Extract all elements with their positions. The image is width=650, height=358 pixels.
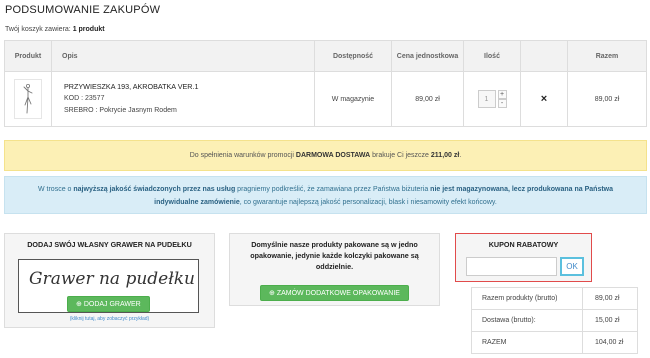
totals-row-shipping: Dostawa (brutto): 15,00 zł <box>471 309 638 332</box>
engrave-example-link[interactable]: (kliknij tutaj, aby zobaczyć przykład) <box>5 316 214 322</box>
plus-icon: ⊕ <box>269 290 277 297</box>
totals-row-products: Razem produkty (brutto) 89,00 zł <box>471 287 638 310</box>
header-unit-price: Cena jednostkowa <box>391 40 464 72</box>
packaging-panel: Domyślnie nasze produkty pakowane są w j… <box>229 233 440 306</box>
product-thumb-cell <box>4 71 52 127</box>
promo-amount: 211,00 zł <box>430 152 460 159</box>
totals-label: RAZEM <box>471 331 583 354</box>
cart-summary: Twój koszyk zawiera: 1 produkt <box>5 26 105 33</box>
page-title: PODSUMOWANIE ZAKUPÓW <box>5 4 161 16</box>
remove-item-icon[interactable]: × <box>541 93 547 105</box>
free-shipping-alert: Do spełnienia warunków promocji DARMOWA … <box>4 140 647 171</box>
quantity-input[interactable]: 1 <box>477 90 496 108</box>
coupon-panel: KUPON RABATOWY OK <box>455 233 592 282</box>
order-packaging-label: ZAMÓW DODATKOWE OPAKOWANIE <box>276 290 400 297</box>
header-description: Opis <box>51 40 315 72</box>
product-variant: SREBRO : Pokrycie Jasnym Rodem <box>64 107 177 114</box>
product-availability: W magazynie <box>314 71 392 127</box>
cart-table: Produkt Opis Dostępność Cena jednostkowa… <box>4 40 647 127</box>
header-remove <box>520 40 568 72</box>
add-engrave-button[interactable]: ⊕ DODAJ GRAWER <box>67 296 150 312</box>
remove-cell: × <box>520 71 568 127</box>
quantity-decrease-button[interactable]: - <box>497 99 507 108</box>
totals-label: Dostawa (brutto): <box>471 309 583 332</box>
engrave-panel: DODAJ SWÓJ WŁASNY GRAWER NA PUDEŁKU Graw… <box>4 233 215 328</box>
product-code: KOD : 23577 <box>64 95 105 102</box>
promo-name: DARMOWA DOSTAWA <box>295 152 371 159</box>
promo-middle: brakuje Ci jeszcze <box>370 152 431 159</box>
quantity-stepper: 1 + - <box>477 90 507 108</box>
engrave-sample-text: Grawer na pudełku <box>29 269 195 289</box>
quantity-increase-button[interactable]: + <box>497 90 507 99</box>
header-availability: Dostępność <box>314 40 392 72</box>
totals-label: Razem produkty (brutto) <box>471 287 583 310</box>
order-packaging-button[interactable]: ⊕ ZAMÓW DODATKOWE OPAKOWANIE <box>260 285 409 301</box>
cart-item-count: 1 produkt <box>72 26 105 33</box>
info-text-1: W trosce o <box>37 186 74 193</box>
table-row: PRZYWIESZKA 193, AKROBATKA VER.1 KOD : 2… <box>4 71 647 127</box>
product-name[interactable]: PRZYWIESZKA 193, AKROBATKA VER.1 <box>64 81 314 93</box>
coupon-title: KUPON RABATOWY <box>488 240 559 249</box>
header-total: Razem <box>567 40 647 72</box>
totals-table: Razem produkty (brutto) 89,00 zł Dostawa … <box>471 287 638 354</box>
product-unit-price: 89,00 zł <box>391 71 464 127</box>
quantity-cell: 1 + - <box>463 71 521 127</box>
info-text-2: pragniemy podkreślić, że zamawiana przez… <box>235 186 431 193</box>
totals-value: 89,00 zł <box>582 287 638 310</box>
product-image[interactable] <box>14 79 42 119</box>
promo-prefix: Do spełnienia warunków promocji <box>189 152 296 159</box>
cart-header-row: Produkt Opis Dostępność Cena jednostkowa… <box>4 40 647 72</box>
coupon-input[interactable] <box>466 257 557 276</box>
info-text-3: , co gwarantuje najlepszą jakość persona… <box>239 199 497 206</box>
product-total: 89,00 zł <box>567 71 647 127</box>
totals-value: 104,00 zł <box>582 331 638 354</box>
plus-icon: ⊕ <box>76 301 84 308</box>
header-quantity: Ilość <box>463 40 521 72</box>
add-engrave-label: DODAJ GRAWER <box>83 301 141 308</box>
coupon-ok-button[interactable]: OK <box>560 257 584 276</box>
quantity-buttons: + - <box>497 90 507 108</box>
header-product: Produkt <box>4 40 52 72</box>
promo-suffix: . <box>459 152 462 159</box>
info-bold-1: najwyższą jakość świadczonych przez nas … <box>73 186 236 193</box>
totals-row-sum: RAZEM 104,00 zł <box>471 331 638 354</box>
cart-summary-prefix: Twój koszyk zawiera: <box>5 26 73 33</box>
acrobat-pendant-icon <box>23 83 33 114</box>
production-info-alert: W trosce o najwyższą jakość świadczonych… <box>4 176 647 214</box>
engrave-title: DODAJ SWÓJ WŁASNY GRAWER NA PUDEŁKU <box>27 240 192 249</box>
packaging-text: Domyślnie nasze produkty pakowane są w j… <box>250 240 419 271</box>
totals-value: 15,00 zł <box>582 309 638 332</box>
product-description-cell: PRZYWIESZKA 193, AKROBATKA VER.1 KOD : 2… <box>51 71 315 127</box>
